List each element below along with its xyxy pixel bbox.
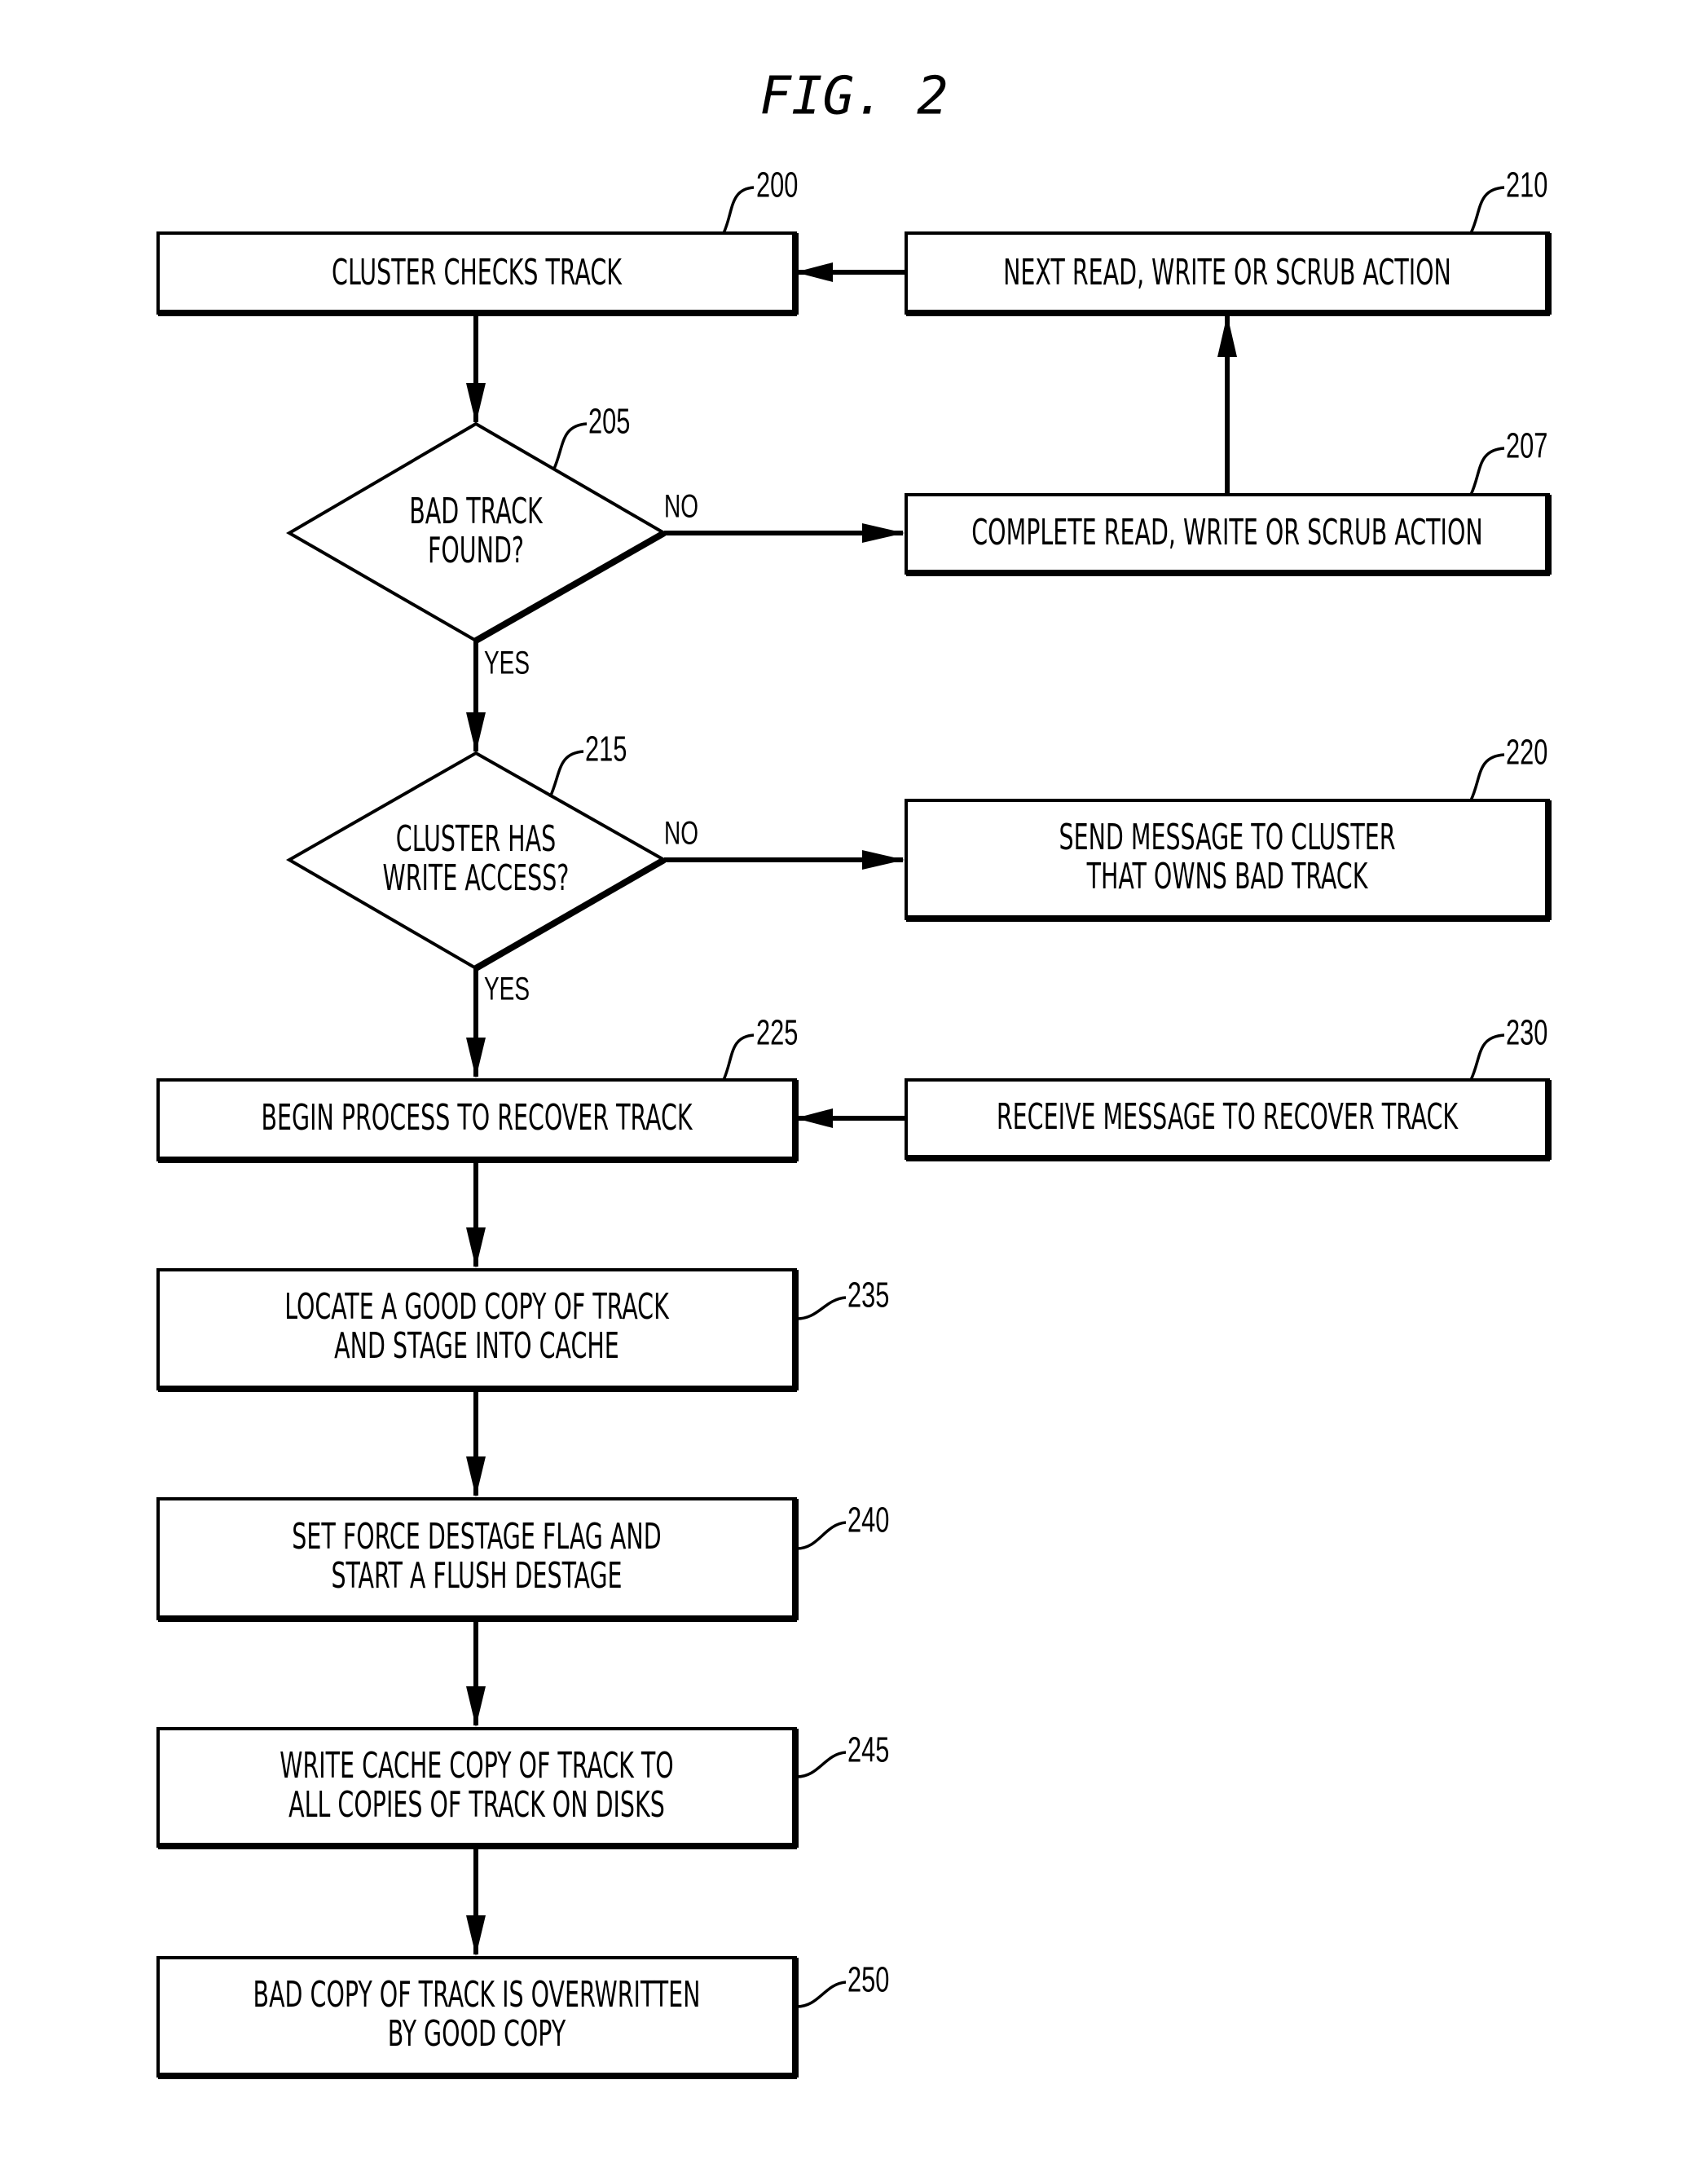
decision-215-cluster-has-write-access: CLUSTER HAS WRITE ACCESS? 215 NO YES	[285, 729, 698, 1007]
arrowhead-icon	[466, 712, 486, 753]
node-207-label: COMPLETE READ, WRITE OR SCRUB ACTION	[971, 512, 1482, 554]
node-240-line2: START A FLUSH DESTAGE	[331, 1555, 622, 1597]
flowchart: FIG. 2 CLUSTER CHECKS TRACK 200 NEXT REA…	[156, 67, 1552, 2079]
node-250-line1: BAD COPY OF TRACK IS OVERWRITTEN	[253, 1974, 701, 2016]
ref-number-245: 245	[847, 1730, 889, 1770]
ref-number-200: 200	[756, 165, 798, 205]
node-210-label: NEXT READ, WRITE OR SCRUB ACTION	[1003, 252, 1451, 294]
leader-line-225	[722, 1033, 755, 1081]
node-235-locate-good-copy: LOCATE A GOOD COPY OF TRACK AND STAGE IN…	[156, 1268, 889, 1392]
arrowhead-icon	[862, 523, 905, 543]
leader-line-200	[722, 186, 755, 234]
node-240-set-force-destage: SET FORCE DESTAGE FLAG AND START A FLUSH…	[156, 1497, 889, 1622]
arrowhead-icon	[1217, 315, 1237, 357]
ref-number-230: 230	[1506, 1013, 1547, 1053]
ref-number-235: 235	[847, 1276, 889, 1315]
node-230-receive-message: RECEIVE MESSAGE TO RECOVER TRACK 230	[905, 1013, 1552, 1161]
node-245-line1: WRITE CACHE COPY OF TRACK TO	[280, 1745, 673, 1787]
node-200-label: CLUSTER CHECKS TRACK	[332, 252, 623, 294]
node-210-next-action: NEXT READ, WRITE OR SCRUB ACTION 210	[905, 165, 1552, 316]
leader-line-210	[1469, 186, 1505, 234]
decision-205-line2: FOUND?	[428, 530, 524, 572]
decision-205-bad-track-found: BAD TRACK FOUND? 205 NO YES	[286, 402, 698, 681]
node-245-line2: ALL COPIES OF TRACK ON DISKS	[288, 1784, 665, 1826]
decision-215-line1: CLUSTER HAS	[396, 818, 556, 861]
leader-line-245	[796, 1751, 847, 1778]
arrowhead-icon	[466, 383, 486, 424]
node-235-line1: LOCATE A GOOD COPY OF TRACK	[284, 1286, 670, 1329]
node-250-bad-copy-overwritten: BAD COPY OF TRACK IS OVERWRITTEN BY GOOD…	[156, 1956, 889, 2079]
ref-number-215: 215	[585, 729, 627, 769]
node-220-line1: SEND MESSAGE TO CLUSTER	[1059, 817, 1395, 859]
arrowhead-icon	[466, 1038, 486, 1078]
figure-title: FIG. 2	[759, 67, 948, 127]
node-235-line2: AND STAGE INTO CACHE	[334, 1325, 619, 1368]
ref-number-205: 205	[588, 402, 630, 442]
node-230-label: RECEIVE MESSAGE TO RECOVER TRACK	[997, 1096, 1459, 1139]
leader-line-240	[796, 1521, 847, 1550]
branch-label-205-no: NO	[664, 489, 698, 525]
arrowhead-icon	[795, 262, 833, 282]
ref-number-225: 225	[756, 1013, 798, 1053]
leader-line-207	[1469, 447, 1505, 496]
decision-205-line1: BAD TRACK	[409, 491, 544, 533]
node-220-send-message: SEND MESSAGE TO CLUSTER THAT OWNS BAD TR…	[905, 733, 1552, 922]
leader-line-235	[796, 1296, 847, 1320]
ref-number-207: 207	[1506, 426, 1547, 466]
branch-label-215-no: NO	[664, 816, 698, 852]
node-250-line2: BY GOOD COPY	[388, 2013, 566, 2056]
node-245-write-cache-copy: WRITE CACHE COPY OF TRACK TO ALL COPIES …	[156, 1727, 889, 1849]
node-220-line2: THAT OWNS BAD TRACK	[1086, 856, 1369, 898]
leader-line-250	[796, 1981, 847, 2008]
arrowhead-icon	[795, 1108, 833, 1128]
ref-number-250: 250	[847, 1960, 889, 2000]
leader-line-220	[1469, 753, 1505, 801]
arrowhead-icon	[466, 1686, 486, 1727]
branch-label-215-yes: YES	[484, 972, 530, 1007]
ref-number-220: 220	[1506, 733, 1547, 773]
ref-number-210: 210	[1506, 165, 1547, 205]
ref-number-240: 240	[847, 1500, 889, 1540]
branch-label-205-yes: YES	[484, 646, 530, 681]
node-225-label: BEGIN PROCESS TO RECOVER TRACK	[261, 1097, 693, 1139]
node-200-cluster-checks-track: CLUSTER CHECKS TRACK 200	[156, 165, 799, 316]
arrowhead-icon	[466, 1227, 486, 1268]
leader-line-230	[1469, 1033, 1505, 1081]
leader-line-215	[548, 750, 584, 798]
node-240-line1: SET FORCE DESTAGE FLAG AND	[292, 1516, 661, 1558]
arrowhead-icon	[862, 850, 905, 870]
arrowhead-icon	[466, 1915, 486, 1956]
arrowhead-icon	[466, 1456, 486, 1497]
leader-line-205	[552, 422, 588, 469]
decision-215-line2: WRITE ACCESS?	[383, 857, 570, 900]
